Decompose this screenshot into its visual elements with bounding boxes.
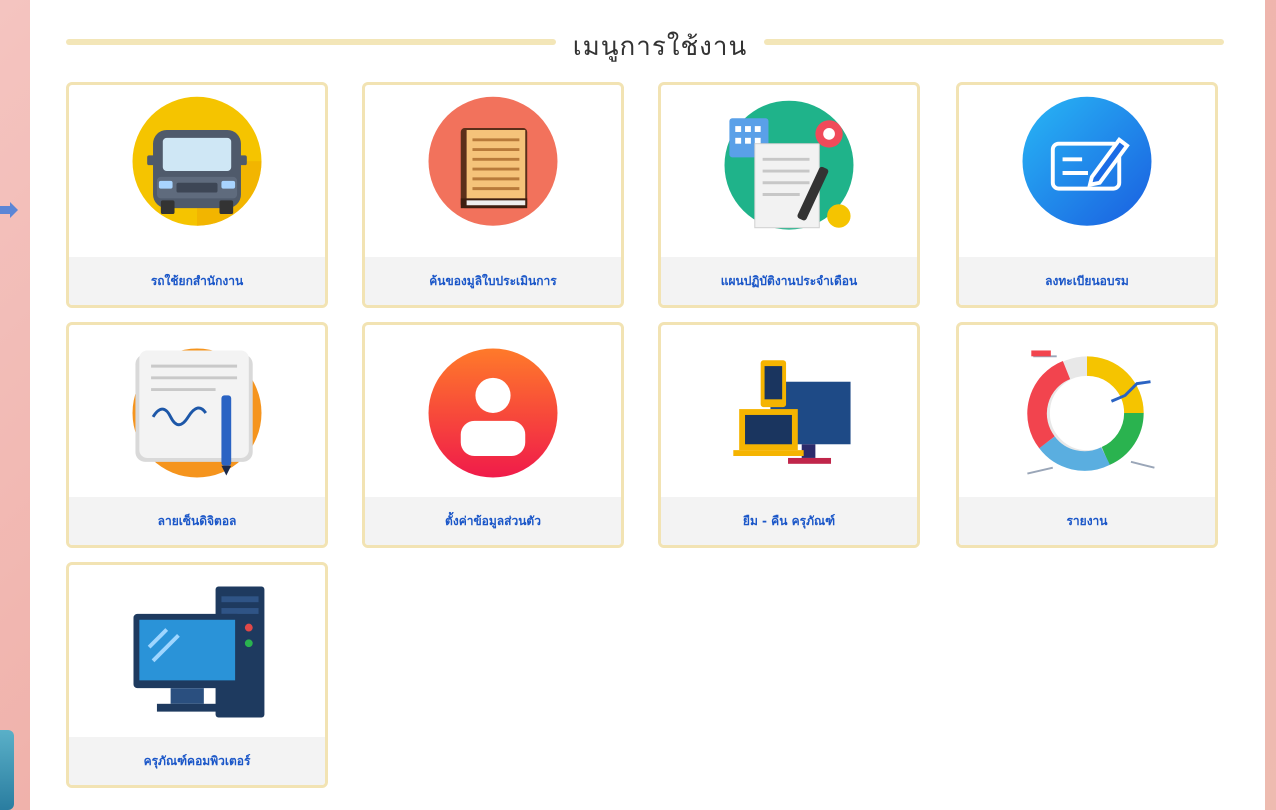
card-label: แผนปฏิบัติงานประจำเดือน (661, 257, 917, 305)
menu-card-training-register[interactable]: ลงทะเบียนอบรม (956, 82, 1218, 308)
profile-icon (428, 348, 558, 478)
header-line-right (764, 39, 1224, 45)
menu-card-profile-settings[interactable]: ตั้งค่าข้อมูลส่วนตัว (362, 322, 624, 548)
menu-card-book[interactable]: ค้นของมูลิใบประเมินการ (362, 82, 624, 308)
card-label: ค้นของมูลิใบประเมินการ (365, 257, 621, 305)
header-line-left (66, 39, 556, 45)
card-label: รถใช้ยกสำนักงาน (69, 257, 325, 305)
menu-card-computer-equipment[interactable]: ครุภัณฑ์คอมพิวเตอร์ (66, 562, 328, 788)
menu-card-monthly-plan[interactable]: แผนปฏิบัติงานประจำเดือน (658, 82, 920, 308)
car-icon (132, 96, 262, 226)
menu-header: เมนูการใช้งาน (30, 18, 1265, 64)
menu-card-report[interactable]: รายงาน (956, 322, 1218, 548)
card-label: ลงทะเบียนอบรม (959, 257, 1215, 305)
menu-card-office-car[interactable]: รถใช้ยกสำนักงาน (66, 82, 328, 308)
arrow-left-icon (0, 202, 18, 218)
book-icon (428, 96, 558, 226)
card-label: รายงาน (959, 497, 1215, 545)
plan-icon (724, 100, 854, 230)
register-icon (1022, 96, 1152, 226)
card-label: ครุภัณฑ์คอมพิวเตอร์ (69, 737, 325, 785)
menu-title: เมนูการใช้งาน (572, 32, 748, 62)
card-label: ตั้งค่าข้อมูลส่วนตัว (365, 497, 621, 545)
signature-icon (132, 348, 262, 478)
computer-icon (133, 586, 265, 718)
card-label: ยืม - คืน ครุภัณฑ์ (661, 497, 917, 545)
menu-card-digital-signature[interactable]: ลายเซ็นดิจิตอล (66, 322, 328, 548)
card-label: ลายเซ็นดิจิตอล (69, 497, 325, 545)
device-icon (733, 360, 851, 464)
report-icon (1027, 350, 1155, 475)
side-decoration (0, 730, 14, 810)
menu-card-borrow-return[interactable]: ยืม - คืน ครุภัณฑ์ (658, 322, 920, 548)
menu-panel: เมนูการใช้งาน รถใช้ยกสำนักงาน ค้นของมูลิ… (30, 0, 1265, 810)
